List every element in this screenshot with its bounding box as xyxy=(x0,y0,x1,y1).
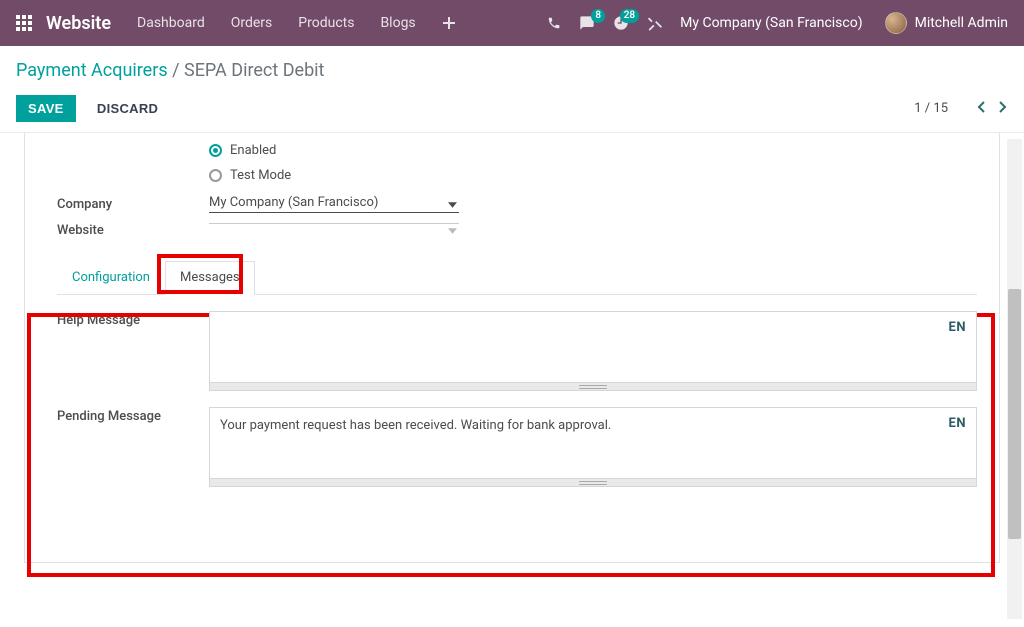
chat-icon[interactable]: 8 xyxy=(579,15,595,31)
nav-products[interactable]: Products xyxy=(298,15,354,31)
chat-badge: 8 xyxy=(591,9,605,23)
company-switcher[interactable]: My Company (San Francisco) xyxy=(680,15,862,31)
user-name: Mitchell Admin xyxy=(915,15,1008,31)
clock-badge: 28 xyxy=(620,9,639,23)
nav-orders[interactable]: Orders xyxy=(231,15,273,31)
chevron-down-icon xyxy=(448,197,457,212)
resize-handle[interactable] xyxy=(209,383,977,391)
user-menu[interactable]: Mitchell Admin xyxy=(885,12,1008,34)
state-enabled-option[interactable]: Enabled xyxy=(209,143,977,158)
pager: 1 / 15 xyxy=(914,101,1008,117)
pending-message-field[interactable]: Your payment request has been received. … xyxy=(209,407,977,479)
clock-icon[interactable]: 28 xyxy=(613,15,629,31)
pager-prev-icon[interactable] xyxy=(976,101,986,117)
radio-icon xyxy=(209,169,222,182)
help-message-field[interactable]: EN xyxy=(209,311,977,383)
top-navbar: Website Dashboard Orders Products Blogs … xyxy=(0,0,1024,46)
pending-message-label: Pending Message xyxy=(57,407,209,424)
notebook-tabs: Configuration Messages xyxy=(57,260,977,295)
website-label: Website xyxy=(57,219,209,238)
company-label: Company xyxy=(57,193,209,212)
scrollbar-thumb[interactable] xyxy=(1008,289,1021,539)
breadcrumb-sep: / xyxy=(172,60,184,81)
new-content-icon[interactable] xyxy=(442,16,456,30)
avatar xyxy=(885,12,907,34)
form-sheet: Enabled Test Mode Company My Company (Sa… xyxy=(24,133,1000,563)
apps-icon[interactable] xyxy=(16,15,32,31)
tab-messages[interactable]: Messages xyxy=(165,261,255,295)
save-button[interactable]: SAVE xyxy=(16,95,76,122)
breadcrumb: Payment Acquirers / SEPA Direct Debit xyxy=(16,60,1008,81)
chevron-down-icon xyxy=(448,223,457,238)
breadcrumb-current: SEPA Direct Debit xyxy=(184,60,324,81)
state-enabled-label: Enabled xyxy=(230,143,276,158)
breadcrumb-parent[interactable]: Payment Acquirers xyxy=(16,60,168,81)
radio-icon xyxy=(209,144,222,157)
lang-badge[interactable]: EN xyxy=(949,416,967,431)
tab-configuration[interactable]: Configuration xyxy=(57,261,165,295)
phone-icon[interactable] xyxy=(547,16,561,30)
scrollbar-track[interactable] xyxy=(1007,139,1022,619)
control-panel: Payment Acquirers / SEPA Direct Debit SA… xyxy=(0,46,1024,133)
website-field[interactable] xyxy=(209,219,459,224)
discard-button[interactable]: DISCARD xyxy=(85,95,170,122)
state-test-option[interactable]: Test Mode xyxy=(209,168,977,183)
company-field[interactable]: My Company (San Francisco) xyxy=(209,193,459,213)
tools-icon[interactable] xyxy=(647,16,662,31)
pager-next-icon[interactable] xyxy=(998,101,1008,117)
resize-handle[interactable] xyxy=(209,479,977,487)
form-sheet-wrap: Enabled Test Mode Company My Company (Sa… xyxy=(0,133,1024,575)
help-message-label: Help Message xyxy=(57,311,209,328)
app-brand[interactable]: Website xyxy=(46,13,111,34)
nav-blogs[interactable]: Blogs xyxy=(380,15,415,31)
state-test-label: Test Mode xyxy=(230,168,291,183)
nav-dashboard[interactable]: Dashboard xyxy=(137,15,205,31)
lang-badge[interactable]: EN xyxy=(949,320,967,335)
pager-counter[interactable]: 1 / 15 xyxy=(914,101,948,116)
company-value: My Company (San Francisco) xyxy=(209,195,378,210)
pending-message-value: Your payment request has been received. … xyxy=(220,418,611,433)
